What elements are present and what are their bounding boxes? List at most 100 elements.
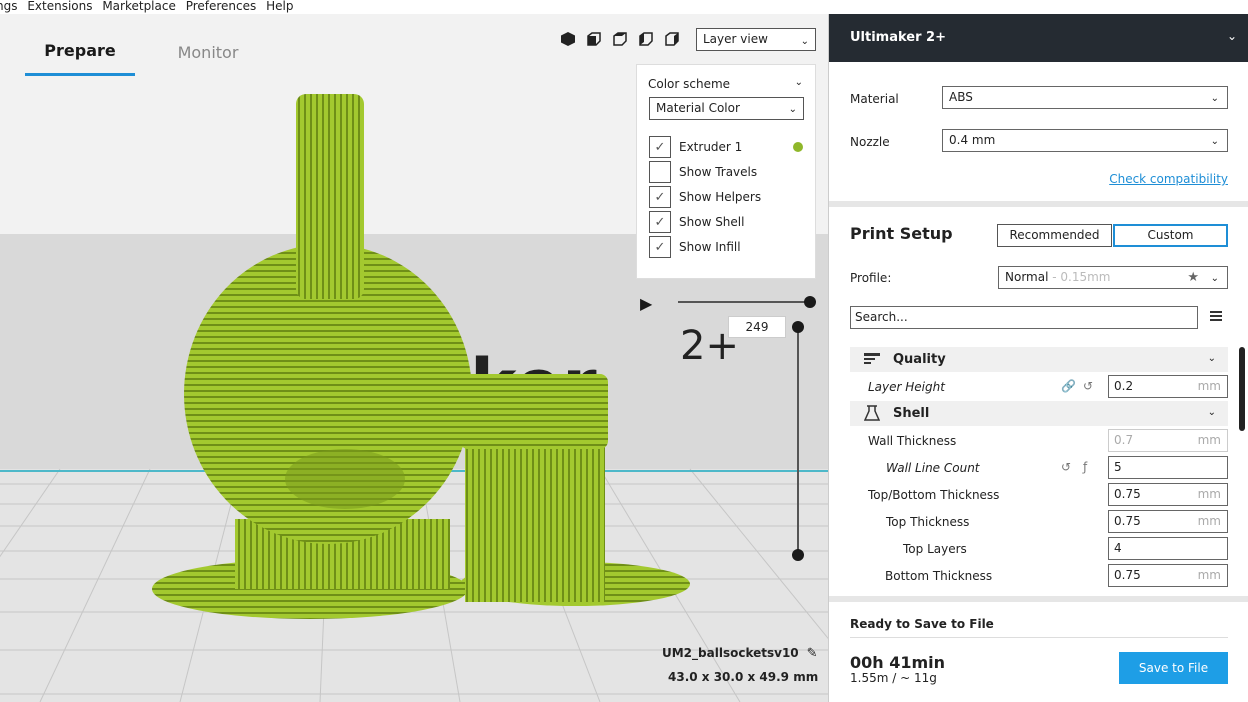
chevron-down-icon: ⌄ [1210, 136, 1219, 147]
menu-preferences[interactable]: Preferences [186, 0, 257, 13]
settings-scrollbar[interactable] [1239, 347, 1245, 431]
bottom-thickness-input[interactable]: 0.75 mm [1108, 564, 1228, 587]
color-scheme-label: Color scheme [648, 77, 731, 91]
layer-path-slider[interactable] [678, 301, 810, 303]
custom-mode-button[interactable]: Custom [1113, 224, 1228, 247]
link-icon[interactable]: 🔗 [1061, 379, 1076, 393]
checkbox-checked[interactable]: ✓ [649, 211, 671, 233]
check-compatibility-link[interactable]: Check compatibility [1109, 172, 1228, 186]
setting-top-thickness: Top Thickness 0.75 mm [850, 509, 1228, 536]
current-layer-input[interactable]: 249 [728, 316, 786, 338]
function-icon[interactable]: ƒ [1083, 460, 1097, 474]
menu-marketplace[interactable]: Marketplace [102, 0, 176, 13]
wall-thickness-input[interactable]: 0.7 mm [1108, 429, 1228, 452]
top-layers-input[interactable]: 4 [1108, 537, 1228, 560]
nozzle-select[interactable]: 0.4 mm ⌄ [942, 129, 1228, 152]
chevron-down-icon: ⌄ [1210, 273, 1219, 284]
divider [829, 596, 1248, 602]
layer-slider-top-handle[interactable] [792, 321, 804, 333]
profile-select[interactable]: Normal - 0.15mm ★ ⌄ [998, 266, 1228, 289]
3d-viewport[interactable]: ker 2+ Prepare Monitor [0, 14, 828, 702]
3d-view-icon[interactable] [559, 30, 577, 48]
nozzle-label: Nozzle [850, 135, 890, 149]
extruder-color-dot [793, 142, 803, 152]
setting-value: 0.2 [1114, 379, 1134, 393]
option-extruder-1[interactable]: ✓ Extruder 1 [649, 136, 742, 158]
sidebar: Ultimaker 2+ ⌄ Material ABS ⌄ Nozzle 0.4… [828, 14, 1248, 702]
setting-label: Wall Thickness [868, 434, 957, 448]
top-thickness-input[interactable]: 0.75 mm [1108, 510, 1228, 533]
setting-top-bottom-thickness: Top/Bottom Thickness 0.75 mm [850, 482, 1228, 509]
menu-extensions[interactable]: Extensions [27, 0, 92, 13]
option-label: Show Travels [679, 165, 758, 179]
output-status: Ready to Save to File [850, 617, 994, 631]
profile-label: Profile: [850, 271, 892, 285]
option-label: Extruder 1 [679, 140, 743, 154]
reset-icon[interactable]: ↺ [1061, 460, 1075, 474]
profile-layer-height: - 0.15mm [1048, 270, 1111, 284]
menu-settings[interactable]: ngs [0, 0, 17, 13]
path-slider-handle[interactable] [804, 296, 816, 308]
setting-value: 0.75 [1114, 487, 1141, 501]
option-label: Show Shell [679, 215, 745, 229]
color-scheme-select[interactable]: Material Color ⌄ [649, 97, 804, 120]
chevron-down-icon[interactable]: ⌄ [795, 77, 803, 88]
top-view-icon[interactable] [611, 30, 629, 48]
chevron-down-icon: ⌄ [1207, 407, 1216, 418]
setting-label: Wall Line Count [886, 461, 980, 475]
category-shell[interactable]: Shell ⌄ [850, 401, 1228, 426]
option-label: Show Infill [679, 240, 741, 254]
option-show-travels[interactable]: Show Travels [649, 161, 757, 183]
tab-monitor[interactable]: Monitor [153, 28, 263, 76]
option-show-shell[interactable]: ✓ Show Shell [649, 211, 744, 233]
front-view-icon[interactable] [585, 30, 603, 48]
chevron-down-icon: ⌄ [1226, 29, 1237, 43]
color-scheme-value: Material Color [656, 101, 740, 115]
checkbox-checked[interactable]: ✓ [649, 236, 671, 258]
menu-icon[interactable] [1210, 310, 1222, 322]
wall-line-count-input[interactable]: 5 [1108, 456, 1228, 479]
play-icon[interactable]: ▶ [640, 294, 652, 313]
tab-prepare[interactable]: Prepare [25, 28, 135, 76]
option-show-helpers[interactable]: ✓ Show Helpers [649, 186, 761, 208]
profile-value: Normal [1005, 270, 1049, 284]
printer-selector[interactable]: Ultimaker 2+ ⌄ [829, 14, 1248, 62]
nozzle-value: 0.4 mm [949, 133, 996, 147]
reset-icon[interactable]: ↺ [1083, 379, 1097, 393]
model-name-row: UM2_ballsocketsv10 ✎ [662, 646, 818, 661]
setting-label: Bottom Thickness [885, 569, 993, 583]
setting-layer-height: Layer Height 🔗 ↺ 0.2 mm [850, 374, 1228, 401]
category-label: Shell [893, 406, 930, 421]
setting-value: 4 [1114, 541, 1122, 555]
save-to-file-button[interactable]: Save to File [1119, 652, 1228, 684]
recommended-mode-button[interactable]: Recommended [997, 224, 1112, 247]
layer-slider[interactable] [797, 327, 799, 555]
menu-help[interactable]: Help [266, 0, 293, 13]
chevron-down-icon: ⌄ [1207, 353, 1216, 364]
option-show-infill[interactable]: ✓ Show Infill [649, 236, 741, 258]
layer-slider-bottom-handle[interactable] [792, 549, 804, 561]
stage-tabs: Prepare Monitor [25, 28, 263, 78]
material-select[interactable]: ABS ⌄ [942, 86, 1228, 109]
left-view-icon[interactable] [637, 30, 655, 48]
print-time-estimate: 00h 41min [850, 653, 946, 672]
view-mode-select[interactable]: Layer view ⌄ [696, 28, 816, 51]
category-quality[interactable]: Quality ⌄ [850, 347, 1228, 372]
setting-value: 0.75 [1114, 568, 1141, 582]
view-mode-value: Layer view [703, 32, 768, 46]
checkbox-checked[interactable]: ✓ [649, 136, 671, 158]
star-icon[interactable]: ★ [1187, 267, 1199, 288]
setting-wall-thickness: Wall Thickness 0.7 mm [850, 428, 1228, 455]
settings-search-input[interactable]: Search... [850, 306, 1198, 329]
divider [850, 637, 1228, 638]
top-bottom-thickness-input[interactable]: 0.75 mm [1108, 483, 1228, 506]
checkbox-unchecked[interactable] [649, 161, 671, 183]
right-view-icon[interactable] [663, 30, 681, 48]
checkbox-checked[interactable]: ✓ [649, 186, 671, 208]
layer-height-input[interactable]: 0.2 mm [1108, 375, 1228, 398]
chevron-down-icon: ⌄ [800, 36, 809, 47]
unit-label: mm [1197, 379, 1221, 393]
setting-value: 5 [1114, 460, 1122, 474]
chevron-down-icon: ⌄ [788, 104, 797, 115]
pencil-icon[interactable]: ✎ [807, 646, 818, 661]
